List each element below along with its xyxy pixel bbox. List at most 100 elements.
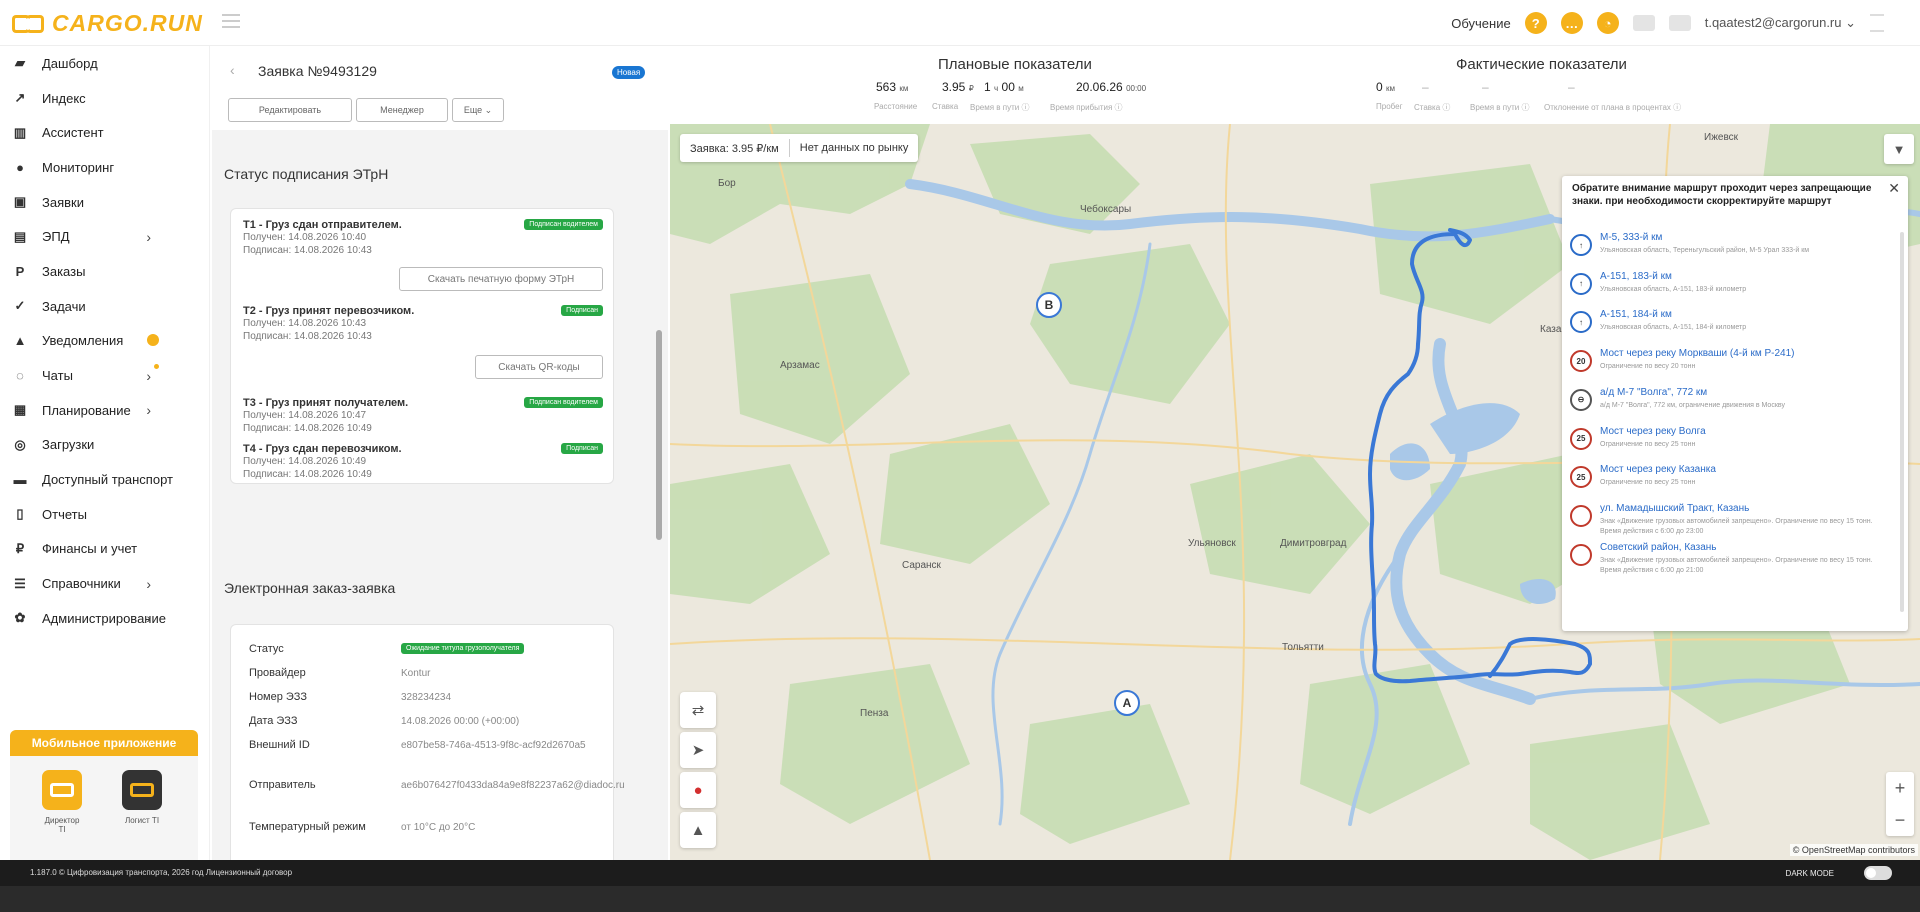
help-icon[interactable]: ?: [1524, 12, 1547, 34]
sidebar-item[interactable]: ↗ Индекс: [0, 81, 209, 116]
sidebar-item[interactable]: ✿ Администрирование ›: [0, 601, 209, 636]
app-director[interactable]: Директор TI: [40, 770, 84, 834]
app-logist[interactable]: Логист TI: [120, 770, 164, 825]
fact-deviation: –: [1568, 80, 1575, 94]
notification-dot: [147, 333, 159, 346]
check-icon: ✓: [14, 298, 26, 314]
warning-title[interactable]: Советский район, Казань: [1600, 542, 1717, 553]
top-header: CARGO.RUN Обучение ? … ◔ t.qaatest2@carg…: [0, 0, 1920, 46]
route-point-b[interactable]: B: [1036, 292, 1062, 318]
logo[interactable]: CARGO.RUN: [12, 10, 203, 37]
sidebar-item[interactable]: ₽ Финансы и учет: [0, 532, 209, 567]
warning-title[interactable]: Мост через реку Казанка: [1600, 464, 1716, 475]
sidebar-item[interactable]: ▦ Планирование ›: [0, 393, 209, 428]
row-key: Внешний ID: [249, 739, 310, 751]
plan-arrival: 20.06.26 00:00: [1076, 80, 1146, 94]
logo-text: CARGO.RUN: [52, 10, 203, 36]
sidebar-item[interactable]: ▣ Заявки: [0, 185, 209, 220]
warning-title[interactable]: а/д М-7 "Волга", 772 км: [1600, 387, 1707, 398]
sidebar-item[interactable]: P Заказы: [0, 254, 209, 289]
warning-item[interactable]: 25 Мост через реку Казанка Ограничение по …: [1570, 464, 1890, 502]
location-pin-icon: ●: [16, 159, 24, 175]
dark-mode-toggle[interactable]: [1864, 866, 1892, 880]
road-sign-icon: ↑: [1570, 272, 1592, 295]
sidebar-item[interactable]: ✓ Задачи: [0, 289, 209, 324]
scrollbar-thumb[interactable]: [656, 330, 662, 540]
download-qr-button[interactable]: Скачать QR-коды: [475, 355, 603, 379]
sidebar-item[interactable]: ▬ Доступный транспорт: [0, 462, 209, 497]
step-signed: Подписан: 14.08.2026 10:43: [243, 331, 372, 342]
warning-description: Ограничение по весу 25 тонн: [1600, 440, 1696, 448]
download-print-form-label: Скачать печатную форму ЭТрН: [427, 273, 575, 285]
warning-item[interactable]: 25 Мост через реку Волга Ограничение по ве…: [1570, 426, 1890, 464]
city-ulyanovsk: Ульяновск: [1188, 538, 1236, 549]
sidebar-item[interactable]: ● Мониторинг: [0, 150, 209, 185]
chat-bubble-icon[interactable]: …: [1560, 12, 1583, 34]
manager-button[interactable]: Менеджер: [356, 98, 448, 122]
more-button[interactable]: Еще ⌄: [452, 98, 504, 122]
logo-mark-icon: [12, 13, 46, 35]
menu-toggle-icon[interactable]: [222, 14, 240, 28]
sidebar-item[interactable]: ▰ Дашборд: [0, 46, 209, 81]
sidebar-item-label: Задачи: [42, 298, 86, 314]
warning-title[interactable]: М-5, 333-й км: [1600, 232, 1662, 243]
index-icon: ↗: [14, 90, 26, 106]
zoom-out-button[interactable]: −: [1886, 804, 1914, 836]
row-value: e807be58-746a-4513-9f8c-acf92d2670a5: [401, 740, 586, 751]
etrn-card: Т1 - Груз сдан отправителем. Получен: 14…: [230, 208, 614, 484]
city-cheboksary: Чебоксары: [1080, 204, 1132, 215]
warning-title[interactable]: ул. Мамадышский Тракт, Казань: [1600, 503, 1749, 514]
zoom-control: + −: [1886, 772, 1914, 836]
warning-description: Ульяновская область, А-151, 184-й киломе…: [1600, 324, 1747, 332]
sidebar-item-label: Ассистент: [42, 125, 104, 141]
plan-time-hours: 1: [984, 80, 991, 94]
warning-title[interactable]: Мост через реку Волга: [1600, 426, 1706, 437]
warning-item[interactable]: 20 Мост через реку Моркваши (4-й км Р-241…: [1570, 348, 1890, 386]
warning-item[interactable]: ↑ М-5, 333-й км Ульяновская область, Терен…: [1570, 232, 1890, 270]
sidebar-item[interactable]: ▥ Ассистент: [0, 115, 209, 150]
user-menu[interactable]: t.qaatest2@cargorun.ru ⌄: [1705, 15, 1856, 31]
sidebar-item[interactable]: ☰ Справочники ›: [0, 566, 209, 601]
filter-icon[interactable]: ▼: [1884, 134, 1914, 164]
warning-item[interactable]: ↑ А-151, 183-й км Ульяновская область, А-1…: [1570, 271, 1890, 309]
warning-title[interactable]: А-151, 184-й км: [1600, 309, 1672, 320]
zoom-in-button[interactable]: +: [1886, 772, 1914, 804]
warning-title[interactable]: А-151, 183-й км: [1600, 271, 1672, 282]
chip-market: Нет данных по рынку: [799, 142, 909, 154]
download-print-form-button[interactable]: Скачать печатную форму ЭТрН: [399, 267, 603, 291]
fact-distance-unit: км: [1386, 84, 1396, 93]
sidebar-item[interactable]: ▤ ЭПД ›: [0, 219, 209, 254]
route-warnings-panel: Обратите внимание маршрут проходит через…: [1562, 176, 1908, 631]
loads-icon: ◎: [14, 436, 26, 452]
warnings-scrollbar[interactable]: [1900, 232, 1904, 612]
sidebar-item[interactable]: ◌ Чаты ›: [0, 358, 209, 393]
sidebar-item[interactable]: ▲ Уведомления: [0, 324, 209, 359]
sidebar-item-label: Планирование: [42, 402, 131, 418]
clock-icon[interactable]: ◔: [1596, 12, 1619, 34]
chevron-right-icon: ›: [146, 610, 151, 627]
warning-title[interactable]: Мост через реку Моркваши (4-й км Р-241): [1600, 348, 1795, 359]
sidebar-item[interactable]: ▯ Отчеты: [0, 497, 209, 532]
route-point-a[interactable]: A: [1114, 690, 1140, 716]
learning-link[interactable]: Обучение: [1451, 16, 1510, 31]
settings-menu-icon[interactable]: [1870, 14, 1884, 32]
warning-item[interactable]: ул. Мамадышский Тракт, Казань Знак «Движе…: [1570, 503, 1890, 541]
navigate-icon[interactable]: ➤: [680, 732, 716, 768]
alert-icon[interactable]: ●: [680, 772, 716, 808]
etrn-step-3: Т3 - Груз принят получателем. Получен: 1…: [243, 397, 603, 435]
back-arrow-icon[interactable]: ‹: [230, 62, 235, 78]
notification-icon[interactable]: [1632, 15, 1655, 31]
close-icon[interactable]: ✕: [1888, 180, 1900, 197]
company-icon[interactable]: [1668, 15, 1691, 31]
edit-button[interactable]: Редактировать: [228, 98, 352, 122]
warning-item[interactable]: Советский район, Казань Знак «Движение гр…: [1570, 542, 1890, 580]
sidebar-item[interactable]: ◎ Загрузки: [0, 428, 209, 463]
map-attribution[interactable]: © OpenStreetMap contributors: [1789, 844, 1918, 856]
route-swap-icon[interactable]: ⇄: [680, 692, 716, 728]
warning-item[interactable]: ⊖ а/д М-7 "Волга", 772 км а/д М-7 "Волга",…: [1570, 387, 1890, 425]
panel-scrollbar[interactable]: [656, 130, 662, 860]
map-layers-icon[interactable]: ▲: [680, 812, 716, 848]
warning-item[interactable]: ↑ А-151, 184-й км Ульяновская область, А-1…: [1570, 309, 1890, 347]
etrn-step-4: Т4 - Груз сдан перевозчиком. Получен: 14…: [243, 443, 603, 481]
sidebar-item-label: Отчеты: [42, 506, 87, 522]
